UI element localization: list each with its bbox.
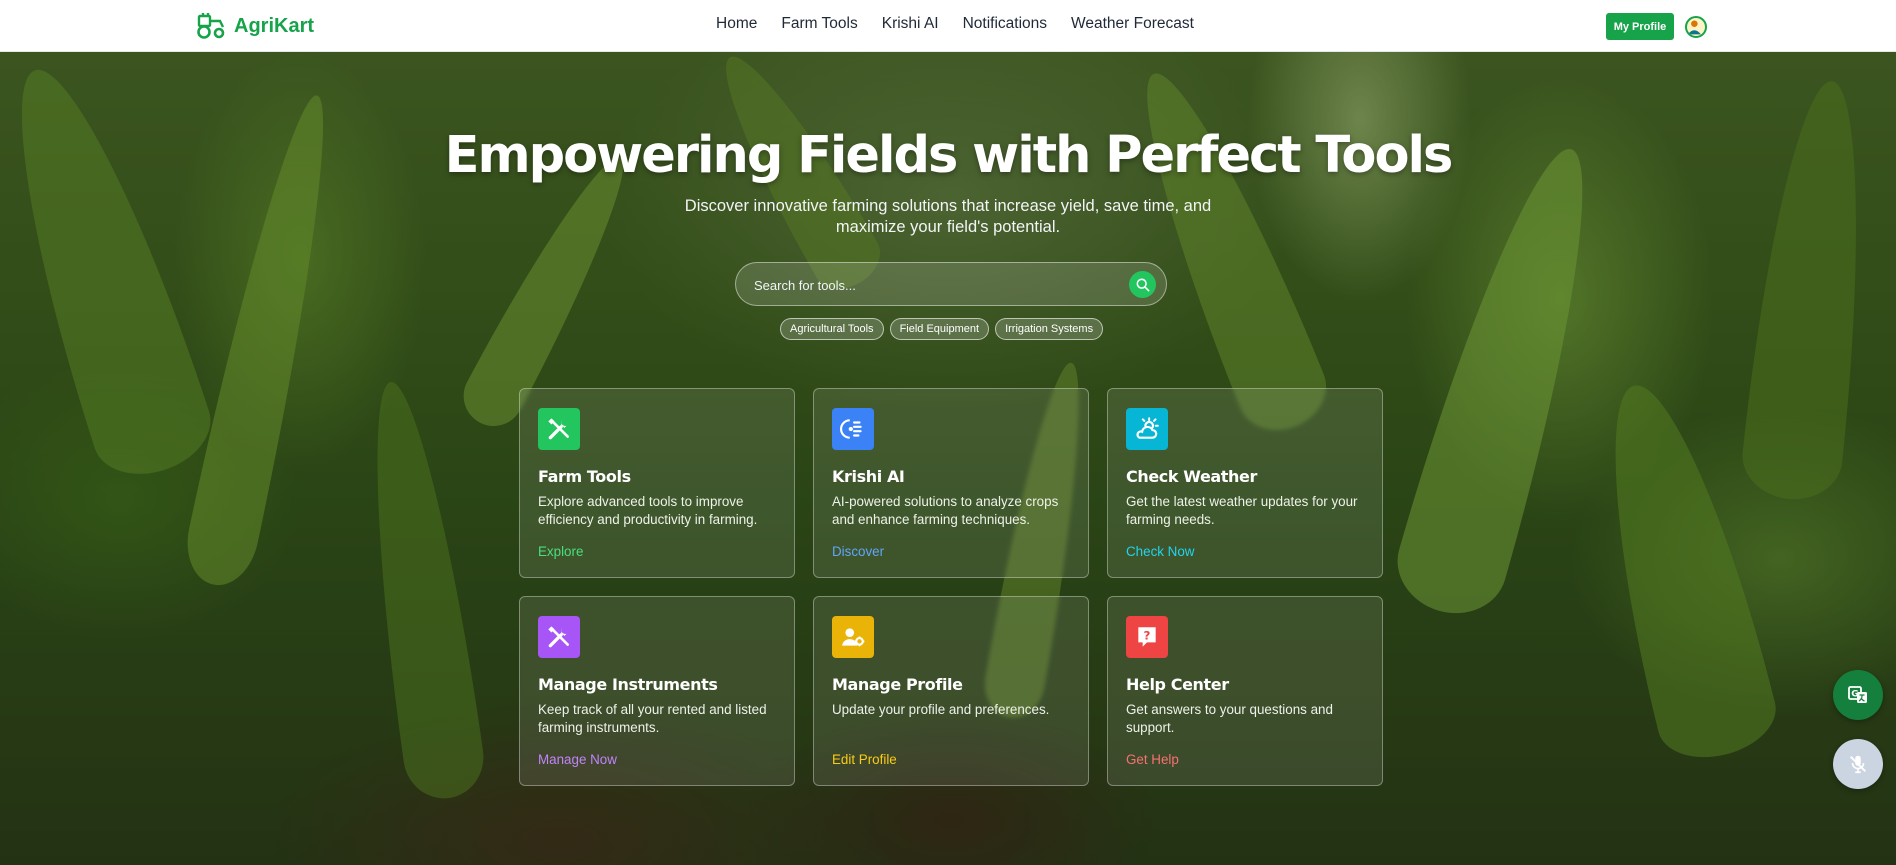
nav-link-home[interactable]: Home: [716, 15, 757, 33]
translate-icon: G: [1848, 686, 1867, 703]
card-title: Check Weather: [1126, 467, 1257, 486]
wrench-screwdriver-icon: [538, 616, 580, 658]
card-help-center[interactable]: ? Help Center Get answers to your questi…: [1107, 596, 1383, 786]
card-link-get-help[interactable]: Get Help: [1126, 752, 1179, 767]
user-gear-icon: [832, 616, 874, 658]
mic-off-icon: [1850, 755, 1866, 774]
voice-input-button[interactable]: [1833, 739, 1883, 789]
card-description: AI-powered solutions to analyze crops an…: [832, 494, 1059, 527]
svg-text:?: ?: [1144, 629, 1151, 643]
nav-link-krishi-ai[interactable]: Krishi AI: [882, 15, 939, 33]
nav-links: Home Farm Tools Krishi AI Notifications …: [716, 15, 1218, 33]
my-profile-button[interactable]: My Profile: [1606, 13, 1674, 40]
search-bar: [735, 262, 1167, 306]
nav-link-weather-forecast[interactable]: Weather Forecast: [1071, 15, 1194, 33]
search-button[interactable]: [1129, 271, 1156, 298]
card-check-weather[interactable]: Check Weather Get the latest weather upd…: [1107, 388, 1383, 578]
tools-icon: [538, 408, 580, 450]
card-krishi-ai[interactable]: Krishi AI AI-powered solutions to analyz…: [813, 388, 1089, 578]
search-icon: [1136, 278, 1149, 291]
card-description: Keep track of all your rented and listed…: [538, 702, 767, 735]
card-title: Manage Instruments: [538, 675, 718, 694]
search-input[interactable]: [754, 274, 1114, 296]
nav-link-notifications[interactable]: Notifications: [963, 15, 1047, 33]
ai-brain-icon: [832, 408, 874, 450]
card-title: Manage Profile: [832, 675, 963, 694]
help-question-icon: ?: [1126, 616, 1168, 658]
card-title: Help Center: [1126, 675, 1229, 694]
card-title: Krishi AI: [832, 467, 905, 486]
card-manage-instruments[interactable]: Manage Instruments Keep track of all you…: [519, 596, 795, 786]
cloud-sun-icon: [1126, 408, 1168, 450]
search-suggestion-chips: Agricultural Tools Field Equipment Irrig…: [780, 318, 1104, 340]
card-description: Get answers to your questions and suppor…: [1126, 702, 1333, 735]
brand-logo[interactable]: AgriKart: [196, 12, 314, 40]
top-navbar: AgriKart Home Farm Tools Krishi AI Notif…: [0, 0, 1896, 52]
card-description: Update your profile and preferences.: [832, 702, 1050, 717]
card-manage-profile[interactable]: Manage Profile Update your profile and p…: [813, 596, 1089, 786]
chip-agricultural-tools[interactable]: Agricultural Tools: [780, 318, 884, 340]
card-link-edit-profile[interactable]: Edit Profile: [832, 752, 897, 767]
card-farm-tools[interactable]: Farm Tools Explore advanced tools to imp…: [519, 388, 795, 578]
card-link-discover[interactable]: Discover: [832, 544, 884, 559]
hero-title: Empowering Fields with Perfect Tools: [444, 126, 1454, 185]
card-description: Get the latest weather updates for your …: [1126, 494, 1358, 527]
brand-name: AgriKart: [234, 14, 315, 37]
tractor-icon: [197, 13, 225, 39]
card-link-manage-now[interactable]: Manage Now: [538, 752, 617, 767]
card-link-check-now[interactable]: Check Now: [1126, 544, 1194, 559]
translate-button[interactable]: G: [1833, 670, 1883, 720]
hero-subtitle: Discover innovative farming solutions th…: [684, 197, 1212, 236]
chip-irrigation-systems[interactable]: Irrigation Systems: [995, 318, 1104, 340]
avatar[interactable]: [1685, 16, 1707, 38]
chip-field-equipment[interactable]: Field Equipment: [889, 318, 990, 340]
card-description: Explore advanced tools to improve effici…: [538, 494, 758, 527]
nav-link-farm-tools[interactable]: Farm Tools: [781, 15, 857, 33]
card-title: Farm Tools: [538, 467, 631, 486]
user-avatar-icon: [1687, 20, 1701, 35]
card-link-explore[interactable]: Explore: [538, 544, 583, 559]
